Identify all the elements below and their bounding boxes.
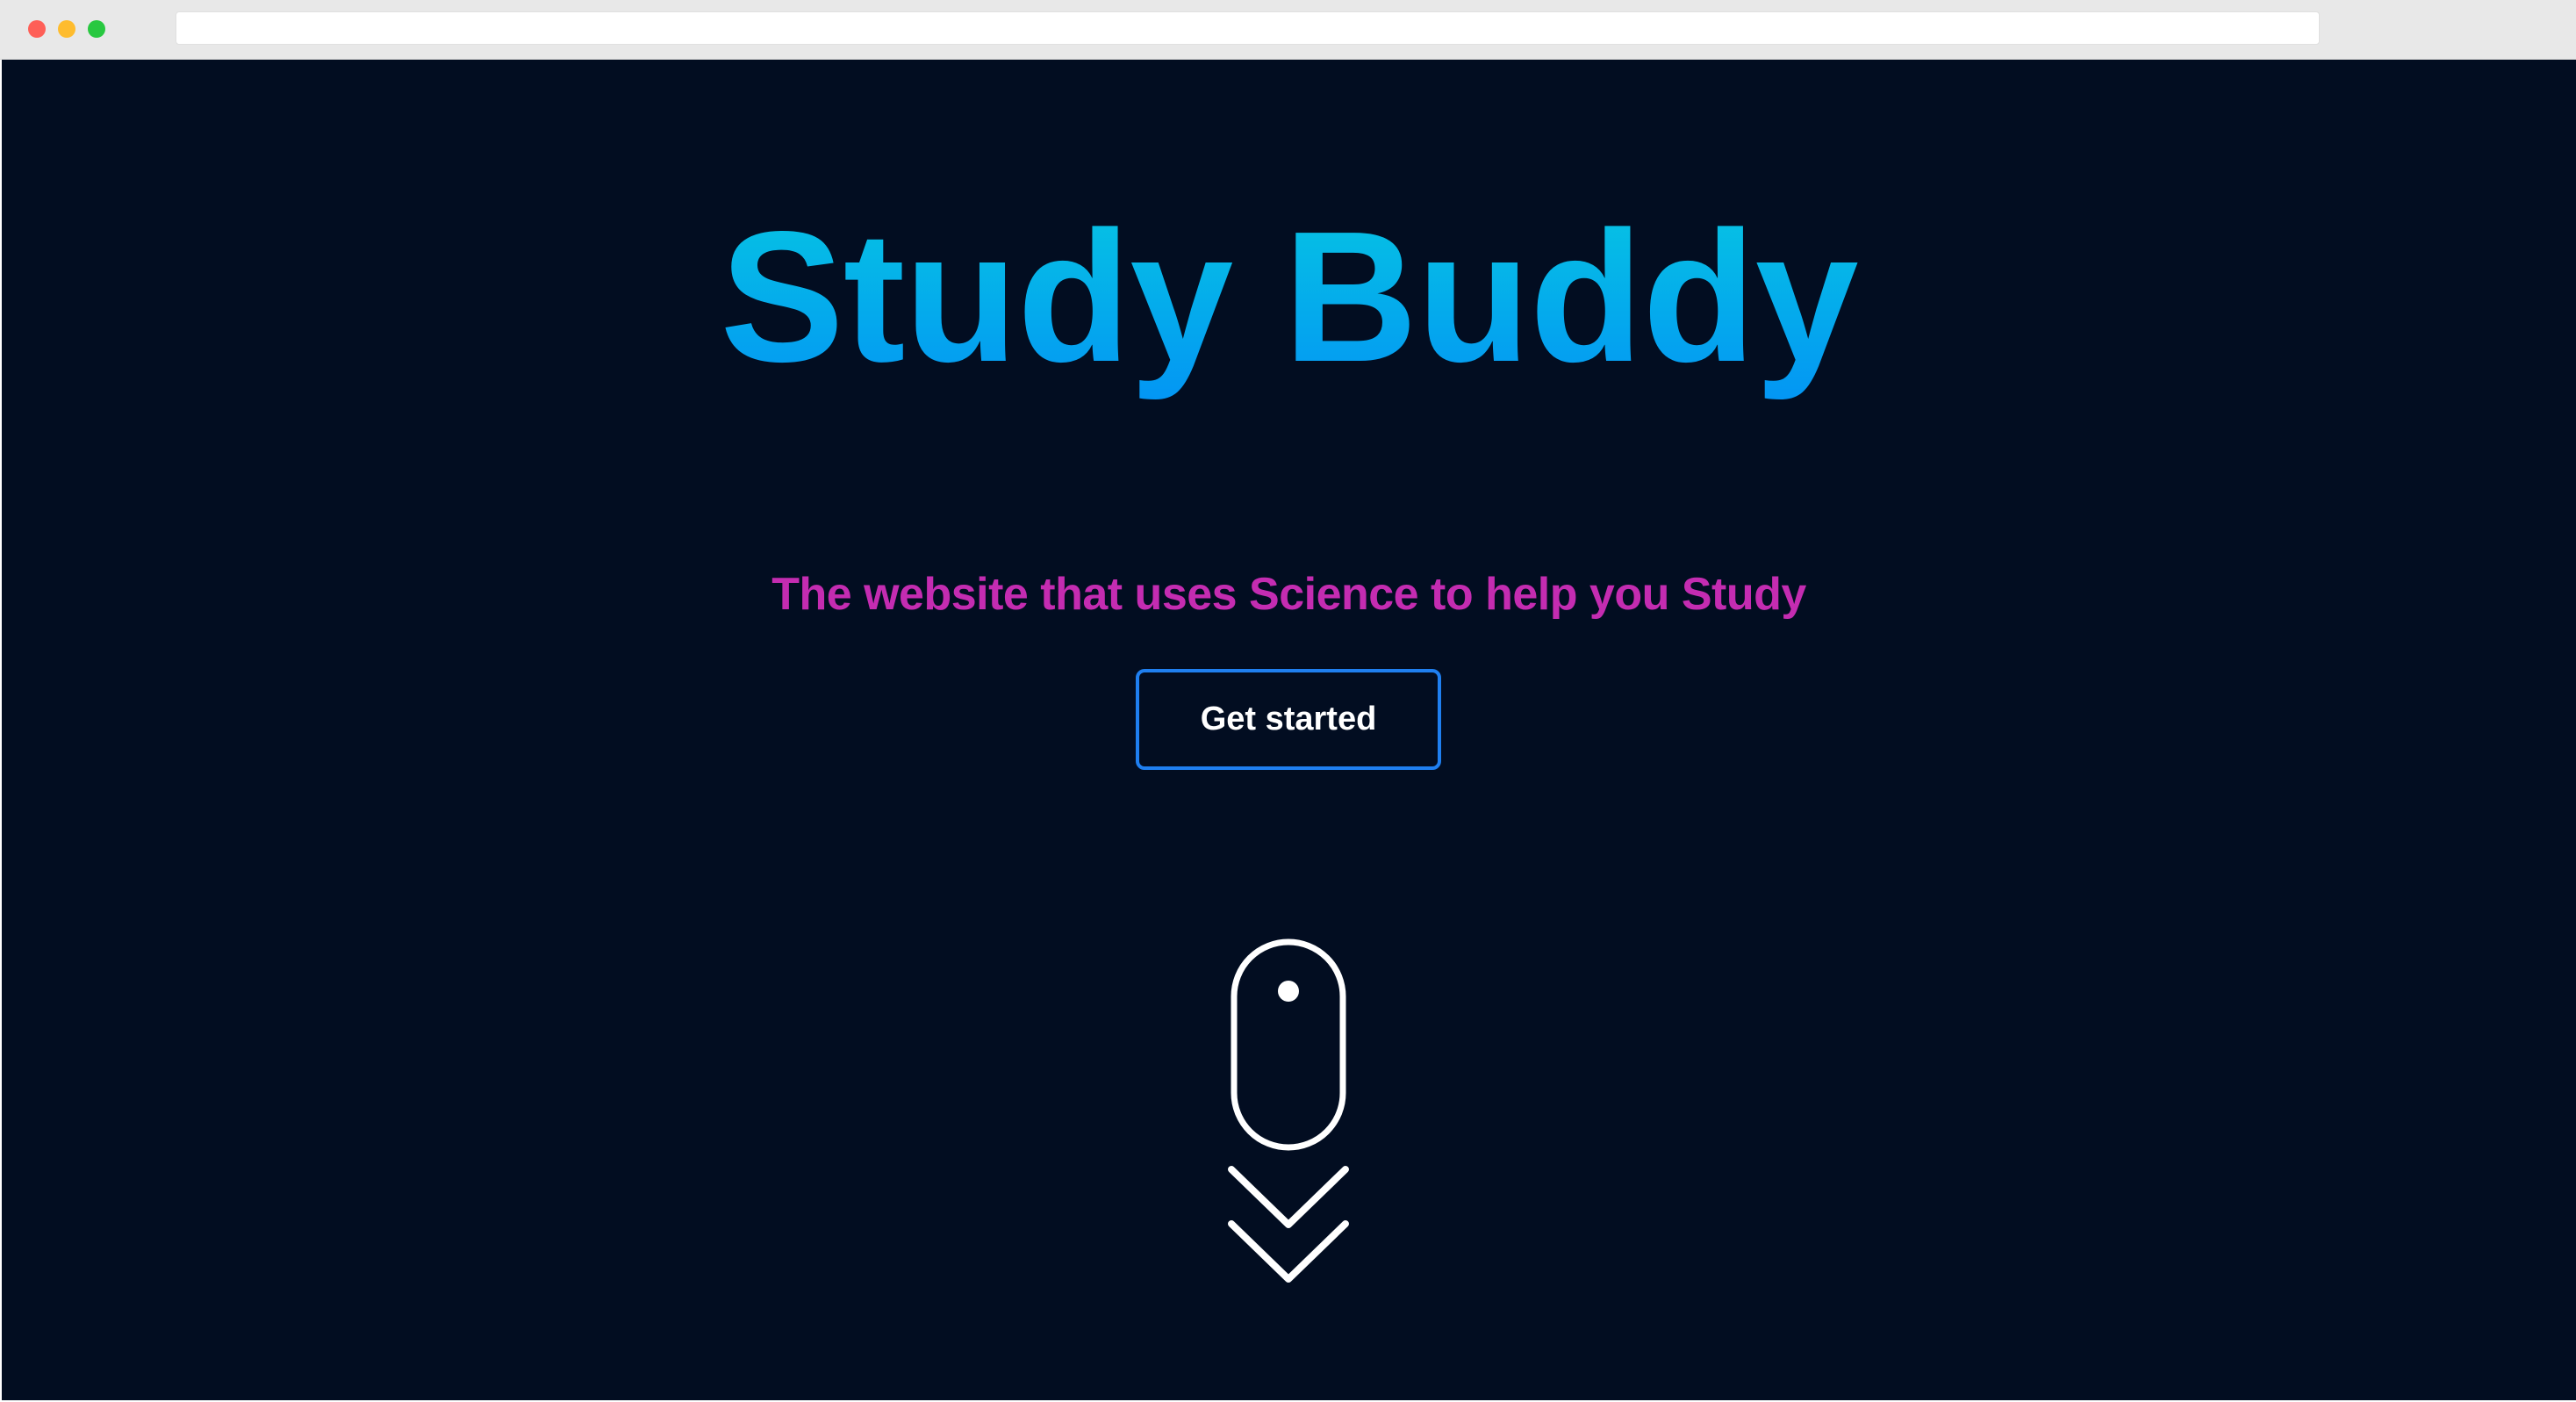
scroll-down-indicator[interactable] [1223,938,1354,1316]
browser-toolbar [0,0,2576,60]
mouse-wheel [1278,981,1299,1002]
get-started-button[interactable]: Get started [1136,669,1441,770]
hero-subtitle: The website that uses Science to help yo… [771,569,1806,620]
maximize-window-icon[interactable] [88,20,105,38]
mouse-icon [1231,938,1346,1151]
hero-title-text: Study Buddy [720,192,1858,400]
browser-window: Study Buddy The website that uses Scienc… [0,0,2576,1402]
address-bar[interactable] [176,11,2320,45]
close-window-icon[interactable] [28,20,46,38]
chevron-down-icon [1228,1166,1349,1228]
minimize-window-icon[interactable] [58,20,75,38]
mouse-body [1231,938,1346,1151]
page-viewport: Study Buddy The website that uses Scienc… [2,60,2576,1400]
chevron-down-icon [1228,1220,1349,1283]
hero-title: Study Buddy [2,191,2576,402]
